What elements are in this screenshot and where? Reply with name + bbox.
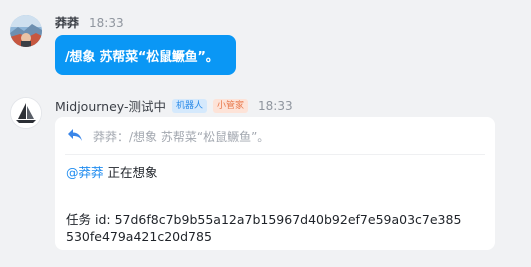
bot-avatar[interactable] [10,97,42,129]
helper-badge: 小管家 [212,98,248,113]
status-text: 正在想象 [103,165,158,180]
message-bubble[interactable]: /想象 苏帮菜“松鼠鳜鱼”。 [55,35,236,75]
sender-name[interactable]: 莽莽 [55,14,79,31]
status-line: @莽莽 正在想象 [66,162,158,181]
divider [65,154,485,155]
sender-name[interactable]: Midjourney-测试中 [55,96,166,115]
user-avatar[interactable] [10,15,42,47]
message-meta: 莽莽 18:33 [55,14,124,31]
message-meta: Midjourney-测试中 机器人 小管家 18:33 [55,96,293,115]
message-bot: Midjourney-测试中 机器人 小管家 18:33 莽莽：/想象 苏帮菜“… [0,90,531,267]
reply-arrow-icon [67,127,83,146]
timestamp: 18:33 [89,15,124,30]
task-id-line-continued: 530fe479a421c20d785 [66,229,212,244]
message-user: 莽莽 18:33 /想象 苏帮菜“松鼠鳜鱼”。 [0,0,531,90]
reply-quote-text: 莽莽：/想象 苏帮菜“松鼠鳜鱼”。 [93,130,270,144]
task-id-line: 任务 id: 57d6f8c7b9b55a12a7b15967d40b92ef7… [66,209,461,228]
task-id-label: 任务 id: [66,212,115,227]
message-card[interactable]: 莽莽：/想象 苏帮菜“松鼠鳜鱼”。 @莽莽 正在想象 任务 id: 57d6f8… [55,117,495,250]
mention-link[interactable]: @莽莽 [66,165,104,180]
bot-badge: 机器人 [171,98,207,113]
timestamp: 18:33 [258,98,293,113]
reply-quote-row[interactable]: 莽莽：/想象 苏帮菜“松鼠鳜鱼”。 [67,127,269,146]
task-id-value-continued: 530fe479a421c20d785 [66,229,212,244]
message-text: /想象 苏帮菜“松鼠鳜鱼”。 [65,49,219,65]
task-id-value: 57d6f8c7b9b55a12a7b15967d40b92ef7e59a03c… [114,212,462,227]
